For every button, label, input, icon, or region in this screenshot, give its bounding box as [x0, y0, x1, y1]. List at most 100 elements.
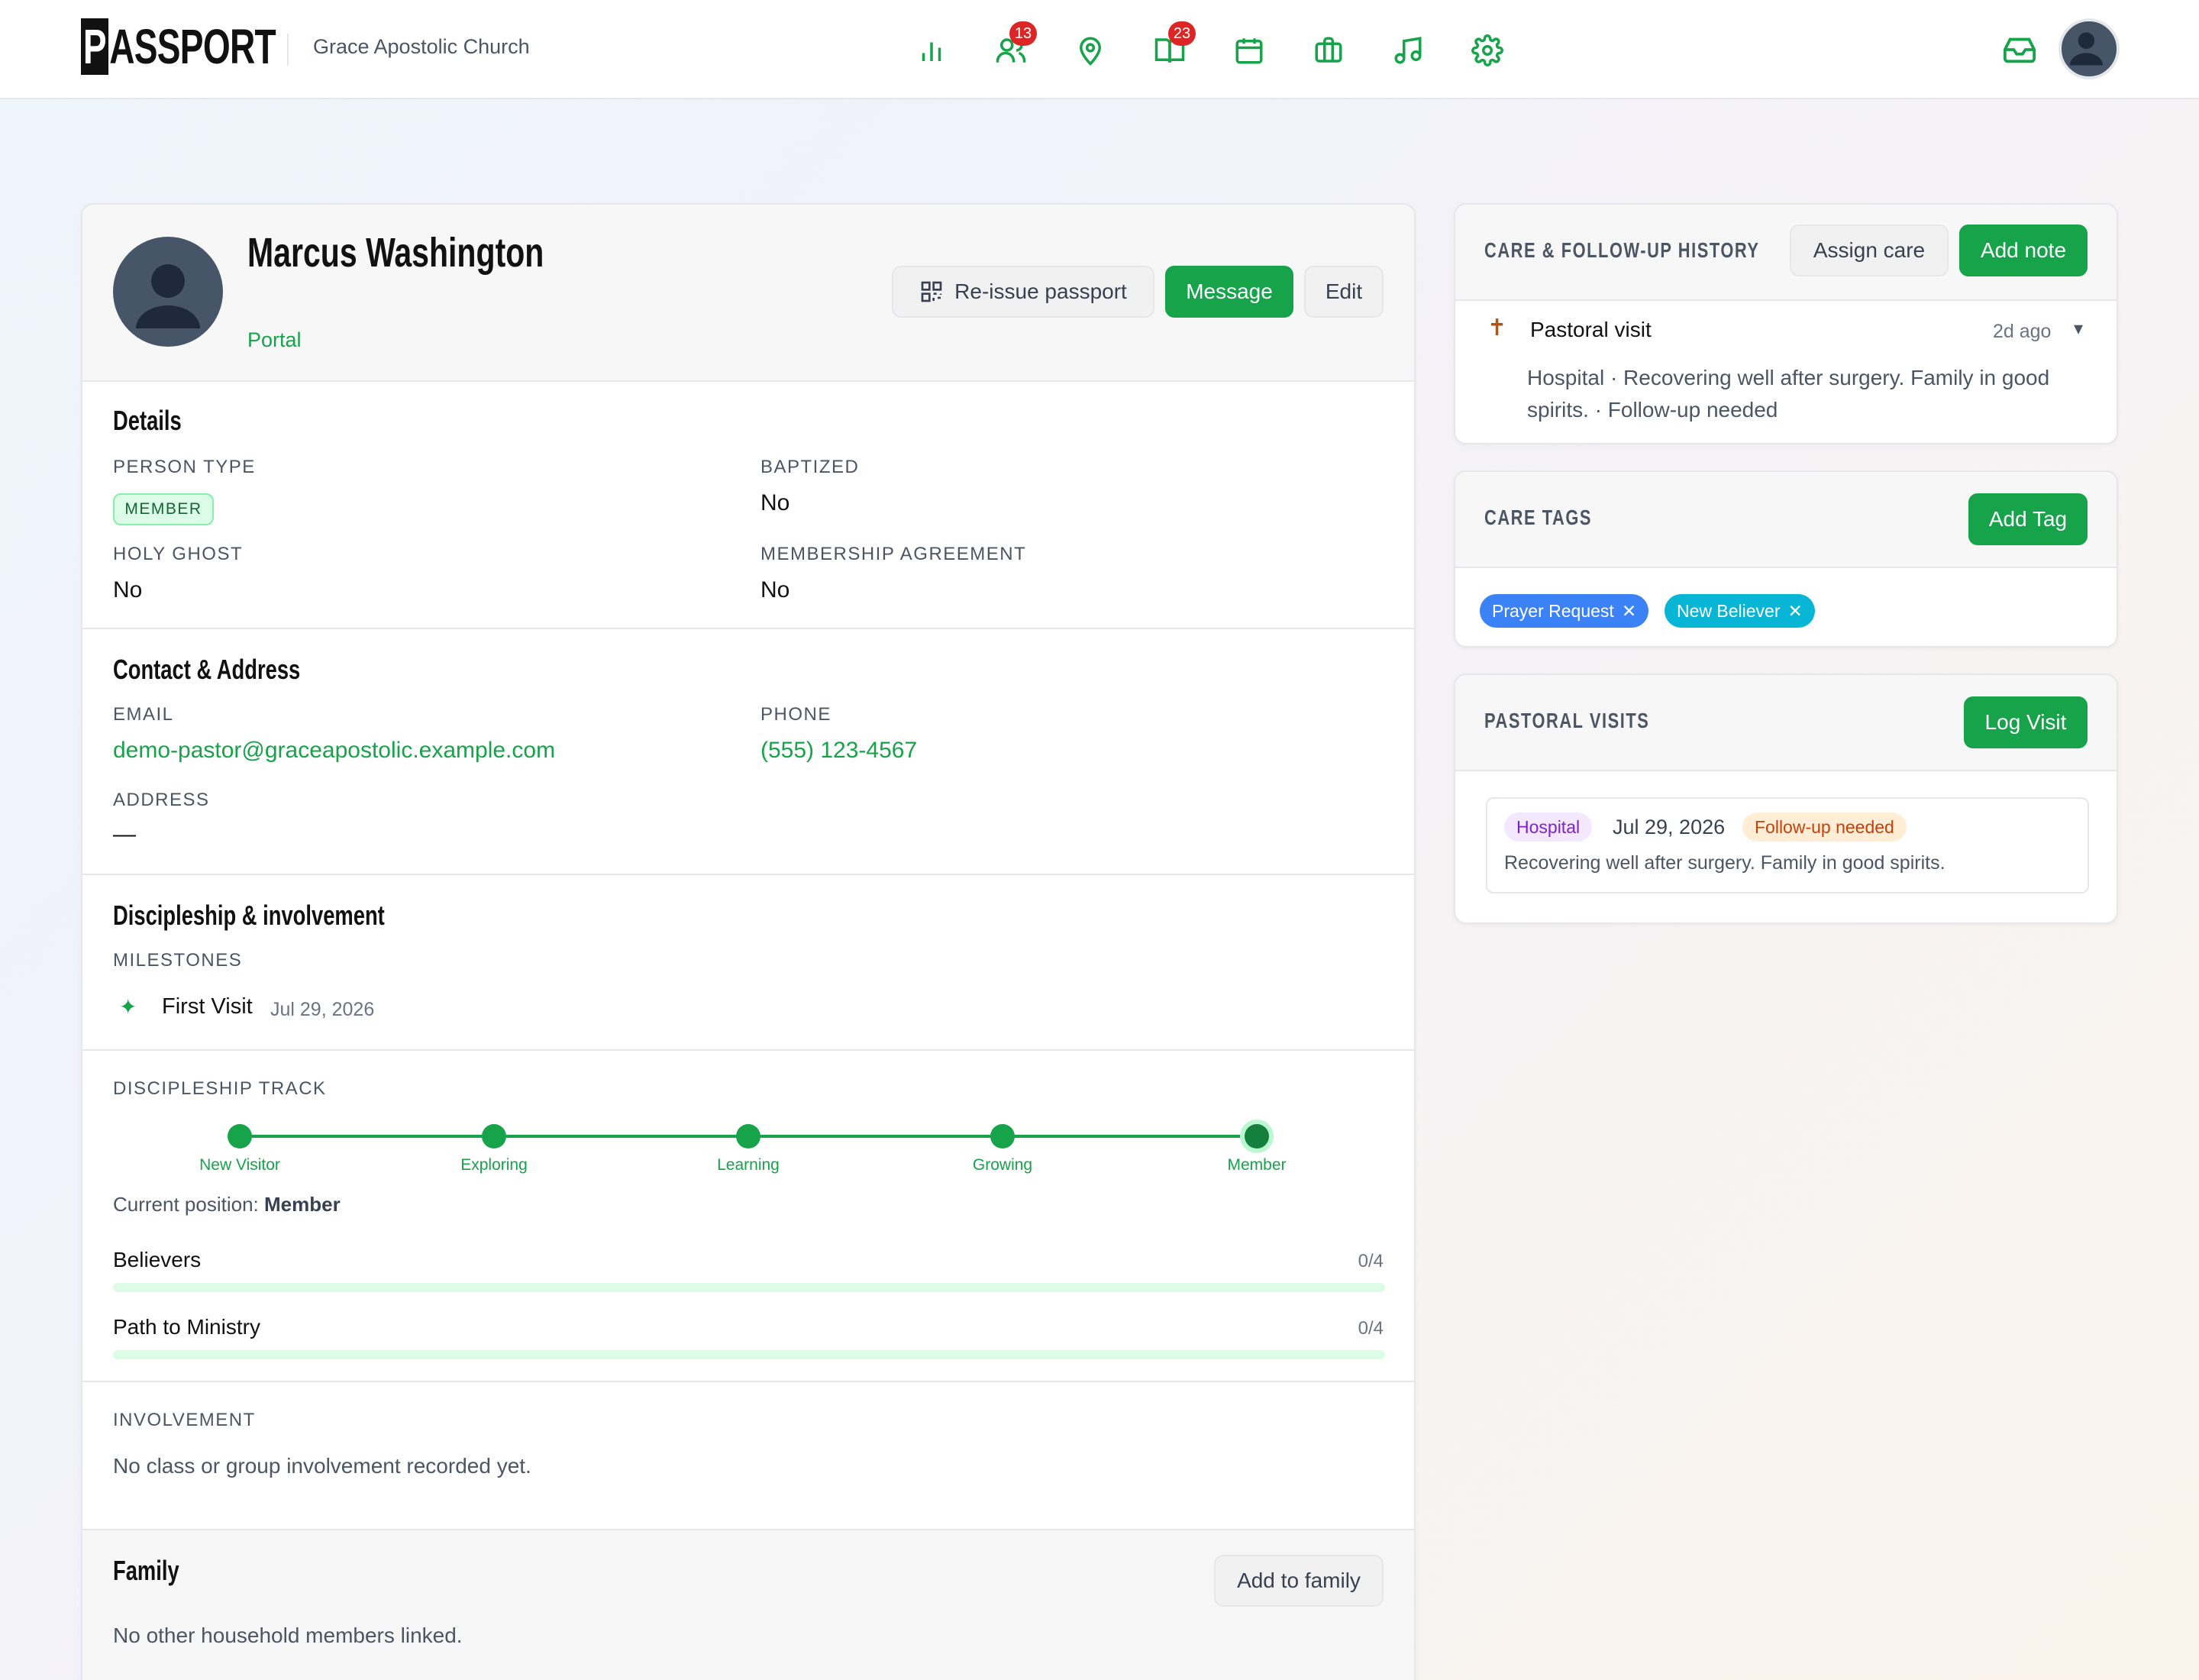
profile-header: Marcus Washington Portal Re-issue passpo… [82, 205, 1414, 382]
tag-label: New Believer [1677, 600, 1781, 621]
message-button[interactable]: Message [1165, 266, 1293, 318]
portal-link[interactable]: Portal [247, 328, 302, 352]
holy-ghost-value: No [113, 577, 143, 603]
milestone-name: First Visit [162, 994, 253, 1019]
briefcase-icon[interactable] [1306, 27, 1351, 73]
discipleship-title: Discipleship & involvement [113, 900, 385, 931]
track-dot-growing [990, 1124, 1015, 1149]
ministry-progress-bar [113, 1350, 1385, 1359]
path-believers-progress: 0/4 [1358, 1251, 1384, 1271]
care-tags-title: CARE TAGS [1484, 506, 1593, 529]
visit-type-chip: Hospital [1504, 813, 1593, 842]
track-label-growing: Growing [972, 1156, 1033, 1174]
settings-icon[interactable] [1464, 27, 1510, 73]
phone-label: PHONE [760, 704, 831, 725]
book-open-icon[interactable]: 23 [1147, 21, 1196, 73]
current-position-prefix: Current position: [113, 1193, 259, 1216]
milestone-date: Jul 29, 2026 [270, 999, 375, 1020]
pastoral-visits-card: PASTORAL VISITS Log Visit Hospital Jul 2… [1454, 674, 2118, 924]
close-icon[interactable]: ✕ [1788, 601, 1803, 622]
visit-entry[interactable]: Hospital Jul 29, 2026 Follow-up needed R… [1486, 797, 2089, 893]
care-entry-title[interactable]: Pastoral visit [1530, 318, 1652, 342]
users-icon[interactable]: 13 [988, 21, 1037, 73]
add-note-button[interactable]: Add note [1959, 225, 2088, 276]
care-tags-card: CARE TAGS Add Tag Prayer Request ✕ New B… [1454, 470, 2118, 648]
person-type-label: PERSON TYPE [113, 457, 256, 477]
path-ministry-name: Path to Ministry [113, 1315, 260, 1339]
bar-chart-icon[interactable] [909, 27, 954, 73]
music-icon[interactable] [1385, 27, 1431, 73]
contact-title: Contact & Address [113, 654, 301, 685]
track-label-member: Member [1227, 1156, 1287, 1174]
membership-agreement-label: MEMBERSHIP AGREEMENT [760, 544, 1027, 564]
holy-ghost-label: HOLY GHOST [113, 544, 244, 564]
address-value: — [113, 822, 136, 847]
path-ministry-progress: 0/4 [1358, 1318, 1384, 1339]
book-badge: 23 [1168, 21, 1196, 46]
track-dot-learning [736, 1124, 760, 1149]
add-to-family-button[interactable]: Add to family [1214, 1555, 1384, 1607]
close-icon[interactable]: ✕ [1622, 601, 1636, 622]
tag-prayer-request[interactable]: Prayer Request ✕ [1480, 594, 1649, 628]
phone-link[interactable]: (555) 123-4567 [760, 738, 917, 764]
calendar-icon[interactable] [1226, 27, 1272, 73]
visit-note: Recovering well after surgery. Family in… [1504, 852, 1946, 874]
address-label: ADDRESS [113, 790, 210, 810]
track-label-exploring: Exploring [460, 1156, 528, 1174]
inbox-icon[interactable] [2002, 32, 2037, 67]
details-title: Details [113, 405, 182, 436]
divider [82, 628, 1414, 629]
baptized-value: No [760, 490, 790, 515]
track-dot-exploring [482, 1124, 506, 1149]
believers-progress-bar [113, 1283, 1385, 1292]
tag-label: Prayer Request [1492, 600, 1614, 621]
involvement-label: INVOLVEMENT [113, 1410, 256, 1430]
logo-divider [287, 34, 289, 66]
care-entry-time: 2d ago [1993, 321, 2052, 342]
chevron-down-icon[interactable]: ▾ [2074, 318, 2083, 340]
log-visit-button[interactable]: Log Visit [1964, 696, 2088, 748]
visit-status-chip: Follow-up needed [1742, 813, 1907, 842]
tag-new-believer[interactable]: New Believer ✕ [1665, 594, 1815, 628]
divider [82, 1381, 1414, 1382]
church-name: Grace Apostolic Church [313, 35, 530, 58]
family-section: Family Add to family No other household … [82, 1530, 1414, 1680]
track-dot-member [1245, 1124, 1269, 1149]
visit-date: Jul 29, 2026 [1613, 816, 1726, 838]
pastoral-visits-title: PASTORAL VISITS [1484, 709, 1650, 732]
baptized-label: BAPTIZED [760, 457, 860, 477]
profile-avatar [113, 237, 223, 347]
logo-first-letter: P [81, 18, 108, 75]
family-title: Family [113, 1555, 179, 1586]
family-empty: No other household members linked. [113, 1623, 463, 1647]
pastoral-visits-header: PASTORAL VISITS Log Visit [1455, 675, 2117, 771]
membership-agreement-value: No [760, 577, 790, 603]
reissue-passport-button[interactable]: Re-issue passport [892, 266, 1154, 318]
care-tags-header: CARE TAGS Add Tag [1455, 472, 2117, 568]
cross-icon: ✝ [1487, 315, 1507, 341]
care-entry-body: Hospital · Recovering well after surgery… [1527, 366, 2050, 422]
email-link[interactable]: demo-pastor@graceapostolic.example.com [113, 738, 555, 764]
track-label-learning: Learning [717, 1156, 780, 1174]
passport-logo[interactable]: PASSPORT [81, 18, 351, 75]
users-badge: 13 [1009, 21, 1037, 46]
person-type-badge: MEMBER [113, 493, 214, 525]
assign-care-button[interactable]: Assign care [1790, 225, 1949, 276]
edit-button[interactable]: Edit [1304, 266, 1384, 318]
discipleship-track-label: DISCIPLESHIP TRACK [113, 1078, 327, 1099]
qr-code-icon [921, 281, 942, 302]
user-avatar[interactable] [2059, 18, 2120, 79]
milestones-label: MILESTONES [113, 950, 243, 971]
profile-card: Marcus Washington Portal Re-issue passpo… [81, 203, 1416, 1680]
care-history-card: CARE & FOLLOW-UP HISTORY Assign care Add… [1454, 203, 2118, 444]
divider [82, 874, 1414, 875]
divider [82, 1049, 1414, 1051]
track-dot-new-visitor [228, 1124, 252, 1149]
involvement-empty: No class or group involvement recorded y… [113, 1454, 531, 1478]
reissue-label: Re-issue passport [954, 279, 1127, 303]
current-position: Current position: Member [113, 1193, 341, 1216]
add-tag-button[interactable]: Add Tag [1968, 493, 2088, 545]
map-pin-icon[interactable] [1067, 27, 1113, 73]
care-history-title: CARE & FOLLOW-UP HISTORY [1484, 238, 1760, 262]
current-position-value: Member [264, 1193, 341, 1216]
